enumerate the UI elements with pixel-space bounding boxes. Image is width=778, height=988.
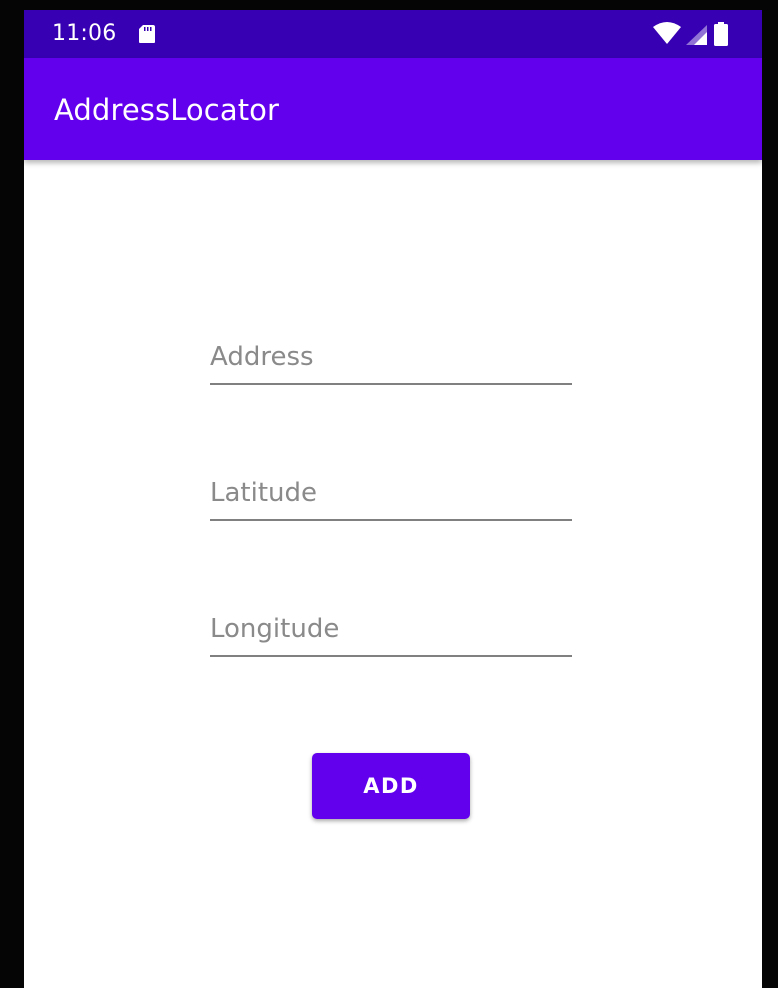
signal-icon (686, 25, 707, 45)
app-screen: 11:06 AddressLocator Address Latitude Lo… (24, 10, 762, 988)
status-time: 11:06 (52, 21, 117, 46)
add-button[interactable]: ADD (312, 753, 470, 819)
battery-icon (714, 22, 728, 46)
wifi-icon (653, 22, 681, 44)
app-title: AddressLocator (54, 93, 280, 127)
longitude-field (210, 609, 572, 657)
app-bar: AddressLocator (24, 58, 762, 160)
device-frame: 11:06 AddressLocator Address Latitude Lo… (0, 0, 778, 988)
sd-card-icon (139, 25, 155, 43)
status-icons (652, 22, 736, 46)
address-field (210, 337, 572, 385)
status-bar: 11:06 (24, 10, 762, 58)
latitude-field (210, 473, 572, 521)
address-input[interactable] (210, 337, 572, 385)
latitude-input[interactable] (210, 473, 572, 521)
longitude-input[interactable] (210, 609, 572, 657)
